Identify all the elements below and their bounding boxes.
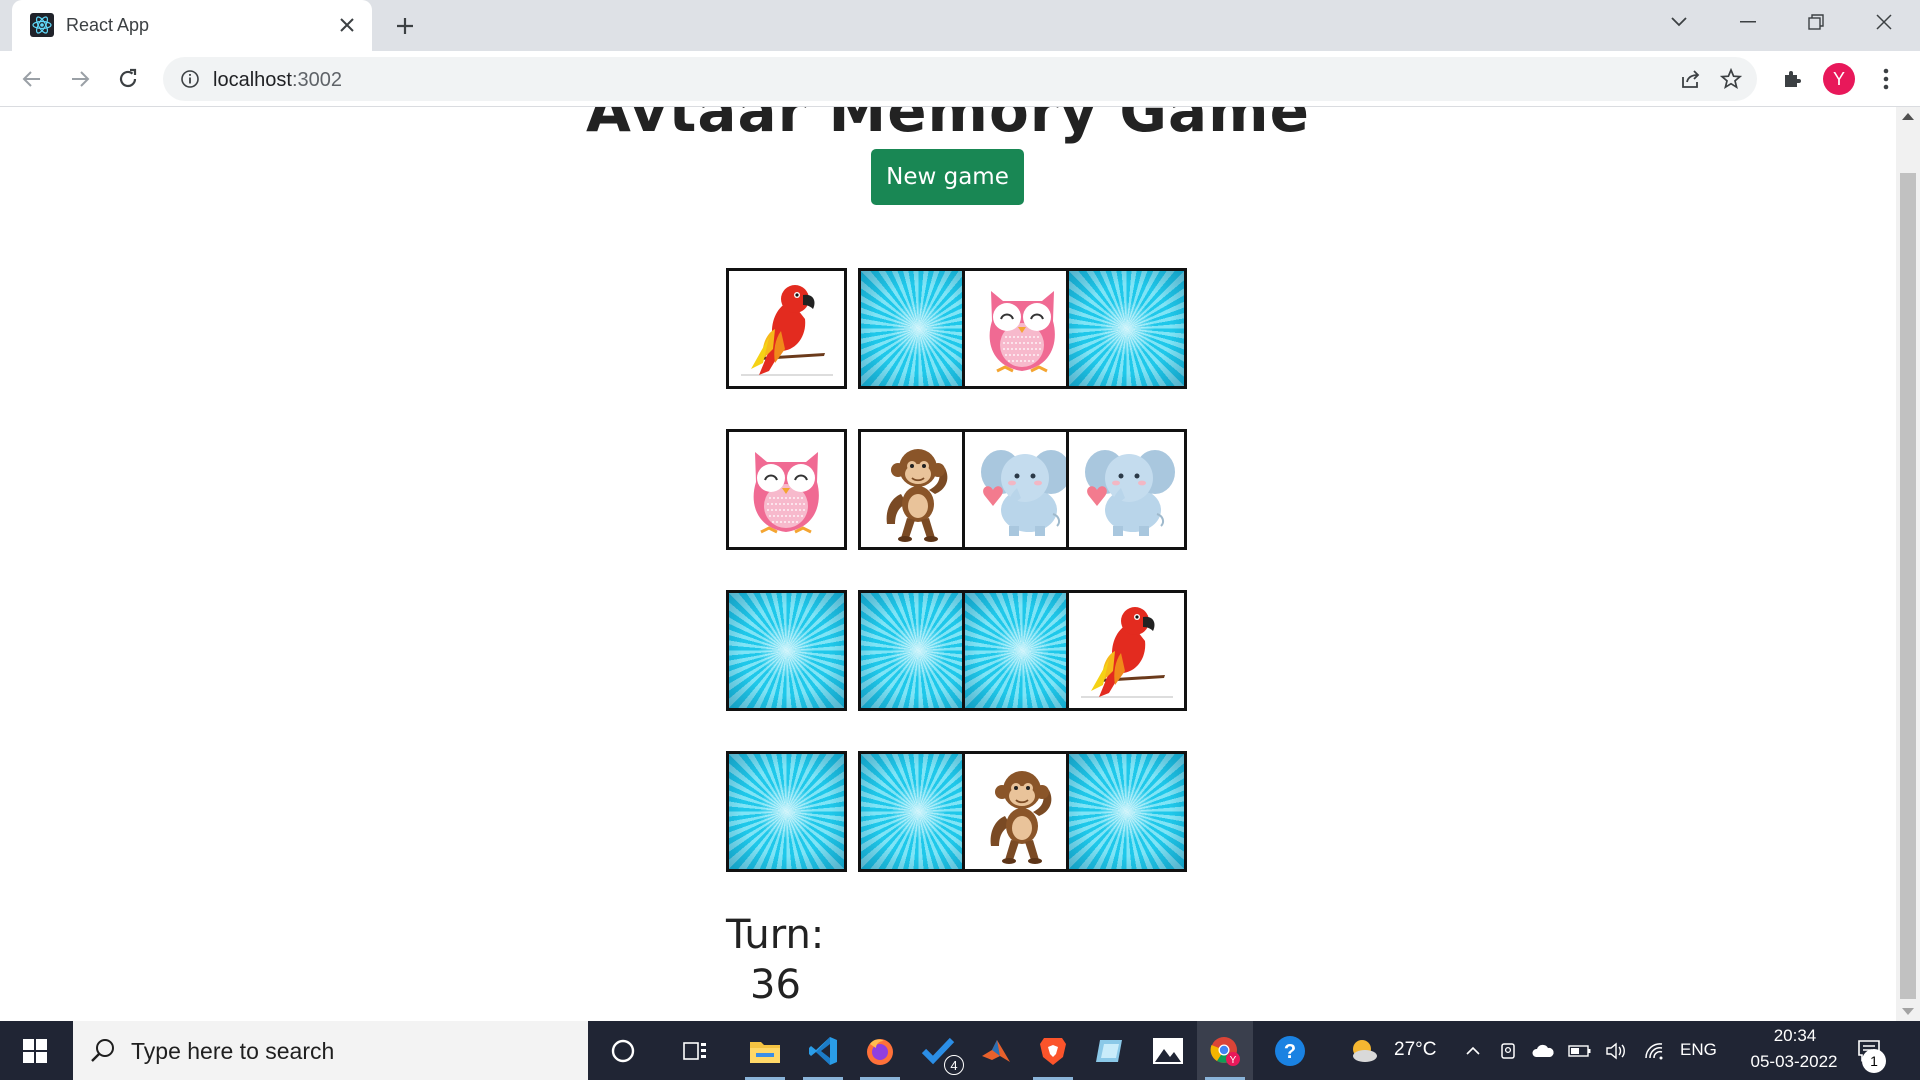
minimize-icon[interactable] [1720,0,1776,44]
parrot-icon [729,271,844,386]
memory-card-face-down[interactable] [858,590,979,711]
memory-card-face-down[interactable] [726,751,847,872]
profile-avatar[interactable]: Y [1823,63,1855,95]
tab-close-icon[interactable] [334,12,360,38]
meet-camera-icon[interactable] [1496,1021,1522,1080]
forward-arrow-icon[interactable] [62,61,98,97]
site-info-icon[interactable] [180,69,200,89]
address-bar[interactable]: localhost:3002 [163,57,1757,101]
restore-icon[interactable] [1788,0,1844,44]
search-placeholder: Type here to search [131,1038,335,1064]
notes-app-icon[interactable] [1082,1021,1138,1080]
elephant-icon [965,432,1080,547]
memory-card-parrot[interactable] [726,268,847,389]
onedrive-cloud-icon[interactable] [1530,1021,1556,1080]
clock-date[interactable]: 05-03-2022 [1732,1052,1856,1072]
task-view-icon[interactable] [667,1021,723,1080]
memory-card-face-down[interactable] [858,751,979,872]
browser-tab[interactable]: React App [12,0,372,51]
matlab-icon[interactable] [968,1021,1024,1080]
vscode-icon[interactable] [795,1021,851,1080]
memory-card-elephant[interactable] [1066,429,1187,550]
monkey-icon [861,432,976,547]
svg-text:Y: Y [1230,1055,1237,1066]
tab-search-chevron-icon[interactable] [1651,0,1707,44]
menu-kebab-icon[interactable] [1870,63,1902,95]
tab-title: React App [66,15,150,35]
windows-start-icon[interactable] [0,1021,70,1080]
scroll-down-arrow-icon[interactable] [1902,1008,1914,1015]
memory-card-owl[interactable] [726,429,847,550]
search-icon [89,1037,117,1065]
photos-icon[interactable] [1140,1021,1196,1080]
elephant-icon [1069,432,1184,547]
file-explorer-icon[interactable] [737,1021,793,1080]
memory-card-monkey[interactable] [962,751,1083,872]
scroll-up-arrow-icon[interactable] [1902,113,1914,120]
memory-card-owl[interactable] [962,268,1083,389]
notification-count-badge: 1 [1862,1049,1886,1073]
new-tab-plus-icon[interactable] [389,10,421,42]
input-language[interactable]: ENG [1680,1040,1717,1060]
chrome-icon[interactable]: Y [1197,1021,1253,1080]
owl-icon [729,432,844,547]
back-arrow-icon[interactable] [14,61,50,97]
memory-card-face-down[interactable] [726,590,847,711]
brave-lion-icon[interactable] [1025,1021,1081,1080]
taskbar-search-box[interactable]: Type here to search [73,1021,588,1080]
weather-sun-icon[interactable] [1336,1021,1392,1080]
page-viewport: Avtaar Memory Game New game Turn: 36 [0,107,1920,1021]
wifi-icon[interactable] [1641,1021,1667,1080]
battery-icon[interactable] [1567,1021,1593,1080]
tasks-check-icon[interactable]: 4 [910,1021,966,1080]
memory-card-elephant[interactable] [962,429,1083,550]
cortana-circle-icon[interactable] [595,1021,651,1080]
reload-icon[interactable] [110,61,146,97]
scroll-thumb[interactable] [1900,173,1916,999]
close-window-icon[interactable] [1856,0,1912,44]
url-text: localhost:3002 [213,69,342,92]
new-game-button[interactable]: New game [871,149,1024,205]
browser-toolbar: localhost:3002 Y [0,51,1920,107]
extensions-puzzle-icon[interactable] [1774,61,1810,97]
owl-icon [965,271,1080,386]
svg-text:?: ? [1284,1041,1296,1063]
weather-temperature: 27°C [1394,1039,1437,1060]
memory-card-face-down[interactable] [1066,268,1187,389]
taskbar: Type here to search 4 Y ? 27°C ENG 20:34… [0,1021,1920,1080]
parrot-icon [1069,593,1184,708]
memory-card-face-down[interactable] [1066,751,1187,872]
tray-chevron-up-icon[interactable] [1460,1021,1486,1080]
share-icon[interactable] [1677,65,1705,93]
tab-strip: React App [0,0,1920,51]
help-question-icon[interactable]: ? [1262,1021,1318,1080]
tasks-badge: 4 [944,1055,964,1075]
memory-card-face-down[interactable] [858,268,979,389]
memory-card-monkey[interactable] [858,429,979,550]
url-host: localhost [213,69,292,91]
monkey-icon [965,754,1080,869]
react-favicon-icon [30,13,54,37]
firefox-icon[interactable] [852,1021,908,1080]
url-port: :3002 [291,69,342,91]
page-title: Avtaar Memory Game [586,107,1310,145]
turn-count: 36 [750,962,801,1008]
page-scrollbar[interactable] [1896,107,1920,1021]
memory-card-face-down[interactable] [962,590,1083,711]
memory-card-parrot[interactable] [1066,590,1187,711]
volume-icon[interactable] [1603,1021,1629,1080]
clock-time[interactable]: 20:34 [1760,1026,1830,1046]
bookmark-star-icon[interactable] [1717,65,1745,93]
turn-label: Turn: [726,912,825,958]
